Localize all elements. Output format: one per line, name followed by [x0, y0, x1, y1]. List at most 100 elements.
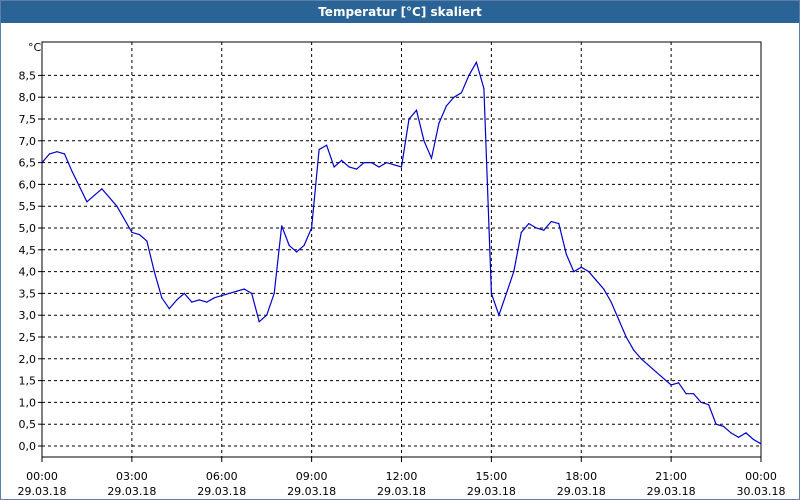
y-tick-label: 4,5 — [19, 244, 37, 257]
temperature-data-point — [356, 168, 358, 170]
y-tick-label: 8,5 — [19, 69, 37, 82]
temperature-data-point — [258, 321, 260, 323]
y-tick-label: 3,0 — [19, 309, 37, 322]
temperature-data-point — [326, 144, 328, 146]
temperature-data-point — [483, 87, 485, 90]
temperature-data-point — [378, 166, 380, 168]
temperature-data-point — [63, 153, 66, 155]
temperature-data-point — [423, 140, 425, 142]
temperature-data-point — [610, 301, 612, 303]
temperature-data-point — [415, 109, 418, 111]
temperature-data-point — [693, 393, 695, 395]
temperature-data-point — [56, 151, 58, 153]
x-tick-date-label: 29.03.18 — [197, 485, 246, 498]
temperature-data-point — [243, 288, 245, 290]
x-tick-time-label: 00:00 — [745, 470, 777, 483]
temperature-data-point — [588, 271, 590, 273]
x-tick-date-label: 29.03.18 — [107, 485, 156, 498]
temperature-data-point — [153, 271, 155, 273]
temperature-data-point — [176, 299, 178, 301]
temperature-data-point — [723, 425, 725, 427]
temperature-data-point — [655, 371, 657, 373]
temperature-data-point — [685, 393, 687, 395]
y-tick-label: 4,0 — [19, 266, 37, 279]
y-tick-label: 5,0 — [19, 222, 37, 235]
y-tick-label: 1,5 — [19, 375, 37, 388]
temperature-data-point — [460, 92, 462, 94]
temperature-data-point — [490, 292, 492, 294]
y-tick-label: 8,0 — [19, 91, 37, 104]
temperature-data-point — [468, 74, 470, 76]
x-tick-date-label: 29.03.18 — [18, 485, 67, 498]
temperature-data-point — [408, 118, 410, 120]
temperature-data-point — [191, 301, 193, 303]
temperature-data-point — [311, 227, 313, 229]
temperature-data-point — [86, 201, 88, 203]
temperature-data-point — [393, 164, 395, 166]
temperature-data-point — [760, 443, 762, 445]
chart-window: Temperatur [°C] skaliert °C 0,0 0,5 1,0 1,5… — [0, 0, 800, 500]
temperature-data-point — [640, 358, 642, 360]
y-tick-label: 7,0 — [19, 135, 37, 148]
temperature-data-point — [296, 251, 298, 253]
temperature-data-point — [288, 244, 290, 246]
x-tick-time-label: 00:00 — [26, 470, 58, 483]
temperature-data-point — [430, 157, 433, 159]
temperature-data-point — [618, 319, 620, 321]
x-tick-date-label: 30.03.18 — [737, 485, 786, 498]
temperature-data-point — [580, 266, 582, 268]
temperature-data-point — [678, 382, 680, 384]
temperature-data-point — [116, 205, 118, 207]
temperature-data-point — [535, 227, 537, 229]
temperature-data-point — [633, 349, 635, 351]
temperature-data-point — [573, 271, 575, 273]
temperature-data-point — [146, 240, 148, 242]
temperature-data-point — [318, 148, 320, 151]
temperature-data-point — [558, 223, 560, 225]
temperature-data-point — [206, 301, 208, 303]
temperature-data-point — [71, 170, 73, 172]
temperature-data-point — [505, 292, 507, 294]
temperature-data-point — [266, 314, 268, 316]
temperature-data-point — [475, 61, 477, 63]
temperature-data-point — [752, 438, 755, 441]
temperature-data-point — [221, 295, 223, 297]
temperature-data-point — [131, 231, 133, 233]
temperature-data-point — [363, 162, 365, 164]
temperature-data-point — [138, 233, 140, 236]
temperature-data-point — [670, 384, 672, 386]
temperature-data-point — [737, 436, 740, 438]
temperature-data-point — [213, 297, 215, 299]
temperature-data-point — [348, 166, 350, 168]
temperature-data-point — [520, 231, 522, 233]
x-tick-date-label: 29.03.18 — [557, 485, 606, 498]
temperature-chart: °C 0,0 0,5 1,0 1,5 2,0 2,5 3,0 3,5 4,0 4,5 5,0 5,5 6… — [18, 41, 786, 498]
temperature-data-point — [183, 292, 185, 294]
temperature-data-point — [41, 162, 43, 164]
temperature-data-point — [438, 122, 440, 124]
x-tick-time-label: 09:00 — [296, 470, 328, 483]
temperature-data-point — [303, 244, 305, 246]
y-axis-unit-label: °C — [28, 41, 42, 54]
temperature-data-point — [603, 288, 605, 290]
temperature-data-point — [48, 153, 51, 155]
temperature-data-point — [251, 292, 253, 294]
x-tick-date-label: 29.03.18 — [647, 485, 696, 498]
y-tick-label: 0,0 — [19, 440, 37, 453]
x-tick-time-label: 15:00 — [476, 470, 508, 483]
temperature-data-point — [333, 166, 335, 168]
temperature-data-point — [498, 314, 500, 316]
temperature-data-point — [400, 166, 403, 168]
temperature-data-point — [198, 299, 200, 301]
temperature-data-point — [453, 96, 455, 98]
temperature-data-point — [715, 423, 717, 425]
temperature-data-point — [745, 432, 747, 434]
x-tick-time-label: 12:00 — [386, 470, 418, 483]
y-tick-label: 6,5 — [19, 157, 37, 170]
temperature-data-point — [273, 292, 275, 294]
temperature-data-point — [625, 336, 627, 338]
y-tick-label: 2,5 — [19, 331, 37, 344]
y-tick-label: 6,0 — [19, 178, 37, 191]
x-tick-date-label: 29.03.18 — [467, 485, 516, 498]
temperature-data-point — [341, 159, 343, 161]
